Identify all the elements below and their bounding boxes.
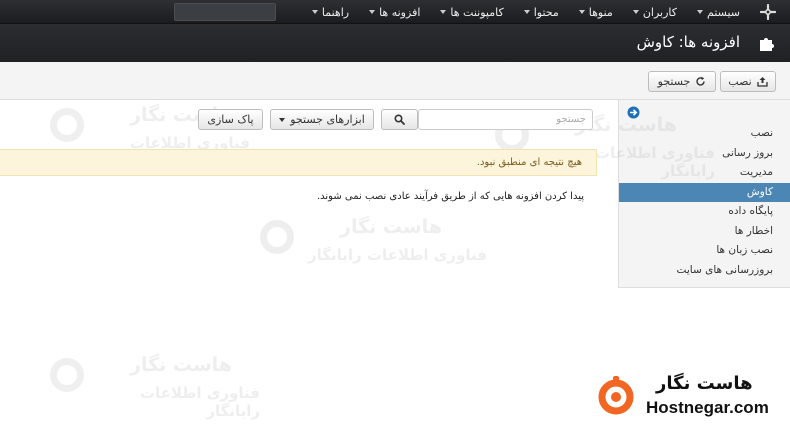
sidebar-item-warnings[interactable]: اخطار ها bbox=[619, 222, 790, 242]
watermark: هاست نگار فناوری اطلاعات رایانگار bbox=[260, 212, 490, 282]
caret-down-icon bbox=[578, 10, 585, 14]
menu-content[interactable]: محتوا bbox=[514, 6, 569, 19]
watermark: هاست نگار فناوری اطلاعات رایانگار bbox=[50, 350, 260, 420]
hostnegar-logo: هاست نگار Hostnegar.com bbox=[594, 370, 784, 426]
menu-components[interactable]: کامپوننت ها bbox=[430, 6, 513, 19]
watermark-logo-icon bbox=[260, 220, 294, 254]
caret-down-icon bbox=[279, 117, 286, 122]
brand-name-en: Hostnegar.com bbox=[646, 398, 769, 417]
top-search-box[interactable] bbox=[174, 3, 276, 21]
sidebar-item-update[interactable]: بروز رسانی bbox=[619, 144, 790, 164]
search-tools-button[interactable]: ابزارهای جستجو bbox=[270, 109, 374, 130]
brand-name-fa: هاست نگار bbox=[656, 373, 753, 394]
watermark-logo-icon bbox=[50, 108, 84, 142]
install-button[interactable]: نصب bbox=[720, 71, 776, 92]
sidebar-item-update-sites[interactable]: بروزرسانی های سایت bbox=[619, 261, 790, 281]
puzzle-icon bbox=[760, 38, 774, 51]
find-button[interactable]: جستجو bbox=[648, 71, 716, 92]
caret-down-icon bbox=[311, 10, 318, 14]
clear-button[interactable]: پاک سازی bbox=[198, 109, 263, 130]
search-input[interactable] bbox=[418, 109, 593, 130]
search-button[interactable] bbox=[381, 109, 418, 130]
sidebar-item-manage[interactable]: مدیریت bbox=[619, 163, 790, 183]
caret-down-icon bbox=[369, 10, 376, 14]
toolbar: نصب جستجو bbox=[0, 62, 790, 100]
discover-description: پیدا کردن افزونه هایی که از طریق فرآیند … bbox=[316, 191, 584, 202]
sidebar-item-install[interactable]: نصب bbox=[619, 124, 790, 144]
refresh-icon bbox=[696, 76, 706, 86]
menu-extensions[interactable]: افزونه ها bbox=[359, 6, 430, 19]
arrow-circle-right-icon[interactable] bbox=[627, 106, 640, 119]
menu-users[interactable]: کاربران bbox=[623, 6, 687, 19]
top-menu-bar: سیستم کاربران منوها محتوا کامپوننت ها اف… bbox=[0, 0, 790, 24]
joomla-logo-icon[interactable] bbox=[760, 4, 776, 20]
sidebar-item-discover[interactable]: کاوش bbox=[619, 182, 790, 202]
no-results-alert: هیچ نتیجه ای منطبق نبود. bbox=[0, 149, 597, 176]
caret-down-icon bbox=[632, 10, 639, 14]
caret-down-icon bbox=[697, 10, 703, 14]
watermark-logo-icon bbox=[50, 358, 84, 392]
caret-down-icon bbox=[440, 10, 447, 14]
sidebar-item-install-languages[interactable]: نصب زبان ها bbox=[619, 241, 790, 261]
menu-system[interactable]: سیستم bbox=[687, 6, 750, 19]
page-header: افزونه ها: کاوش bbox=[0, 24, 790, 62]
menu-help[interactable]: راهنما bbox=[302, 6, 359, 19]
top-menu: سیستم کاربران منوها محتوا کامپوننت ها اف… bbox=[302, 0, 750, 24]
sidebar-list: نصب بروز رسانی مدیریت کاوش پایگاه داده ا… bbox=[619, 124, 790, 280]
hostnegar-logo-icon bbox=[598, 376, 634, 415]
search-icon bbox=[394, 114, 405, 125]
sidebar: نصب بروز رسانی مدیریت کاوش پایگاه داده ا… bbox=[618, 100, 790, 288]
caret-down-icon bbox=[523, 10, 530, 14]
menu-menus[interactable]: منوها bbox=[569, 6, 623, 19]
upload-icon bbox=[757, 77, 768, 87]
sidebar-item-database[interactable]: پایگاه داده bbox=[619, 202, 790, 222]
page-title: افزونه ها: کاوش bbox=[636, 33, 740, 51]
